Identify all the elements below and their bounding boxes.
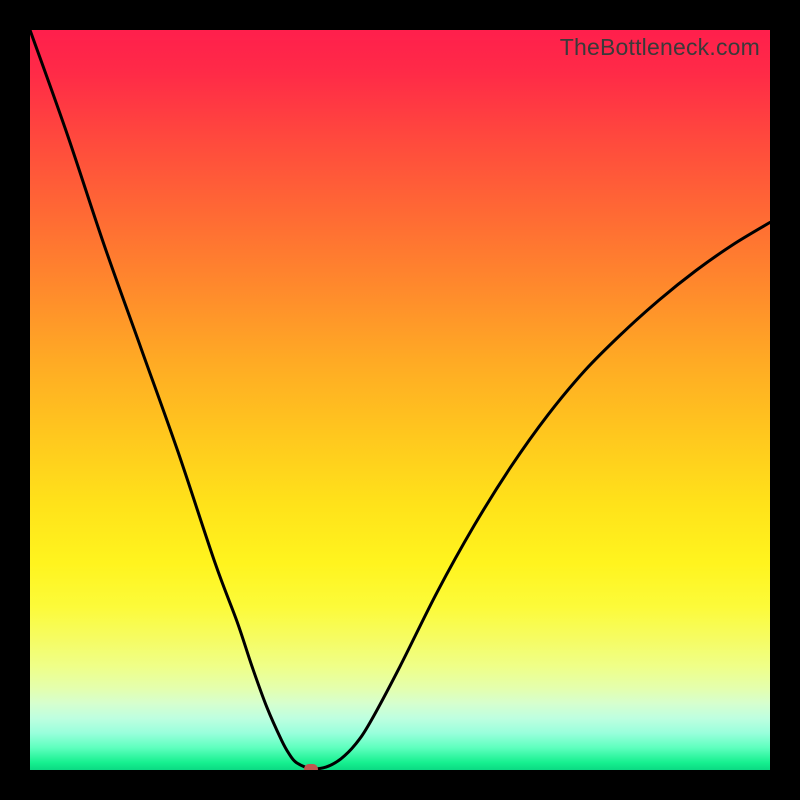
minimum-marker — [304, 764, 318, 770]
chart-frame: TheBottleneck.com — [0, 0, 800, 800]
bottleneck-curve — [30, 30, 770, 770]
plot-area: TheBottleneck.com — [30, 30, 770, 770]
